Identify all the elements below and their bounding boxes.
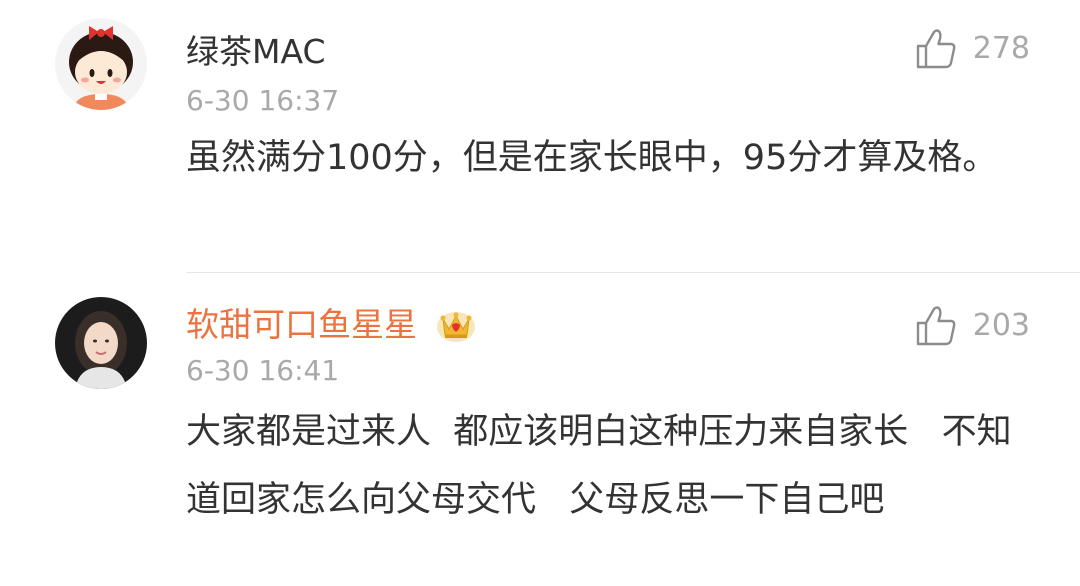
avatar[interactable] bbox=[55, 297, 147, 389]
comment-timestamp: 6-30 16:41 bbox=[186, 354, 340, 387]
comment-text: 大家都是过来人 都应该明白这种压力来自家长 不知道回家怎么向父母交代 父母反思一… bbox=[186, 412, 1012, 520]
comment-item: 绿茶MAC 6-30 16:37 278 虽然满分100分，但是在家长眼中，95… bbox=[0, 0, 1080, 272]
username-label: 软甜可口鱼星星 bbox=[186, 305, 417, 344]
username[interactable]: 绿茶MAC bbox=[186, 32, 326, 72]
comment-item: 软甜可口鱼星星 6-30 16:41 203 大家都是过来人 都应该明白这种压力… bbox=[0, 273, 1080, 586]
cartoon-girl-avatar-icon bbox=[55, 18, 147, 110]
thumbs-up-icon bbox=[916, 29, 956, 69]
crown-badge-icon bbox=[436, 311, 475, 342]
username[interactable]: 软甜可口鱼星星 bbox=[186, 305, 476, 345]
comment-timestamp: 6-30 16:37 bbox=[186, 84, 340, 117]
avatar[interactable] bbox=[55, 18, 147, 110]
like-button[interactable]: 203 bbox=[913, 303, 1030, 349]
comment-text: 虽然满分100分，但是在家长眼中，95分才算及格。 bbox=[186, 138, 998, 178]
like-count: 203 bbox=[972, 308, 1030, 343]
like-count: 278 bbox=[972, 31, 1030, 66]
like-button[interactable]: 278 bbox=[913, 26, 1030, 72]
thumbs-up-icon bbox=[916, 306, 956, 346]
girl-photo-avatar-icon bbox=[55, 297, 147, 389]
